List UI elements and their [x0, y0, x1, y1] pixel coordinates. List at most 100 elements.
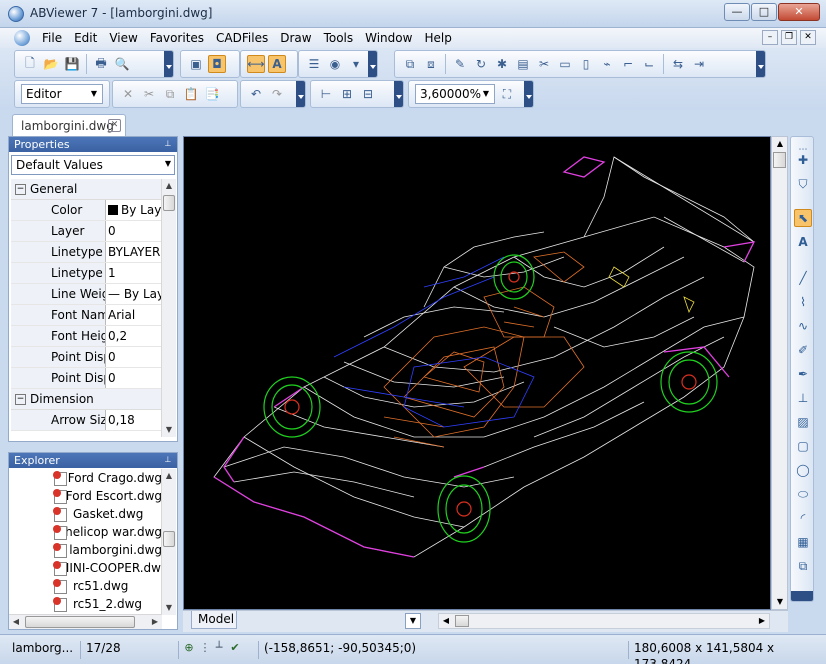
image-icon[interactable]: ▦ — [794, 533, 812, 551]
close-button[interactable]: ✕ — [778, 3, 820, 21]
brush-icon[interactable]: ⌁ — [598, 55, 616, 73]
section-dimension[interactable]: − Dimension — [11, 389, 164, 410]
tab-model[interactable]: Model — [191, 611, 237, 629]
file-item[interactable]: rc51.dwg — [9, 577, 162, 595]
mdi-restore-button[interactable]: ❐ — [781, 30, 797, 45]
open-file-icon[interactable]: 📂 — [42, 55, 60, 73]
hatch-icon[interactable]: ▨ — [794, 413, 812, 431]
property-row[interactable]: Arrow Size 0,18 — [11, 410, 164, 431]
new-file-icon[interactable]: 🗋 — [21, 55, 39, 73]
explorer-scrollbar[interactable]: ▲ ▼ — [161, 469, 176, 615]
toolbar-options-icon[interactable] — [791, 591, 813, 601]
explorer-hscrollbar[interactable]: ◀ ▶ — [9, 614, 162, 629]
select-pointer-icon[interactable]: ⬉ — [794, 209, 812, 227]
menu-favorites[interactable]: Favorites — [144, 30, 210, 46]
menu-file[interactable]: File — [36, 30, 68, 46]
property-row[interactable]: Layer 0 — [11, 221, 164, 242]
chevron-down-icon[interactable]: ▾ — [347, 55, 365, 73]
property-value[interactable]: 0,2 — [106, 326, 164, 346]
circle-icon[interactable]: ◯ — [794, 461, 812, 479]
property-row[interactable]: Point Display 0 — [11, 368, 164, 389]
property-row[interactable]: Linetype scale 1 — [11, 263, 164, 284]
scroll-left-icon[interactable]: ◀ — [9, 615, 23, 629]
mdi-minimize-button[interactable]: – — [762, 30, 778, 45]
file-item[interactable]: Ford Escort.dwg — [9, 487, 162, 505]
distribute-icon[interactable]: ⇥ — [690, 55, 708, 73]
add-icon[interactable]: ✚ — [794, 151, 812, 169]
box-icon[interactable]: ▭ — [556, 55, 574, 73]
cut-icon[interactable]: ✂ — [140, 85, 158, 103]
paste-entity-icon[interactable]: ⧈ — [422, 55, 440, 73]
copy-icon[interactable]: ⧉ — [161, 85, 179, 103]
section-general[interactable]: − General — [11, 179, 164, 200]
drawing-canvas[interactable] — [183, 136, 771, 610]
property-value[interactable]: Arial — [106, 305, 164, 325]
scroll-left-icon[interactable]: ◀ — [439, 614, 453, 628]
snap-icon[interactable]: ⊕ — [182, 641, 196, 655]
minimize-button[interactable]: — — [724, 3, 750, 21]
block-icon[interactable]: ▤ — [514, 55, 532, 73]
close-icon[interactable]: ✕ — [108, 119, 121, 132]
scroll-thumb[interactable] — [25, 616, 135, 628]
property-row[interactable]: Point Display 0 — [11, 347, 164, 368]
document-icon[interactable] — [14, 30, 30, 46]
frame-icon[interactable]: ▯ — [577, 55, 595, 73]
canvas-vscrollbar[interactable]: ▲ ▼ — [771, 136, 788, 610]
arc-icon[interactable]: ◜ — [794, 509, 812, 527]
menu-view[interactable]: View — [103, 30, 143, 46]
scroll-thumb[interactable] — [773, 152, 786, 168]
file-item[interactable]: helicop war.dwg — [9, 523, 162, 541]
text-tool-icon[interactable]: A — [794, 233, 812, 251]
rectangle-icon[interactable]: ▢ — [794, 437, 812, 455]
mode-select[interactable]: Editor ▼ — [21, 84, 103, 104]
properties-scrollbar[interactable]: ▲ ▼ — [161, 179, 176, 437]
scroll-down-icon[interactable]: ▼ — [773, 595, 787, 609]
property-row[interactable]: Linetype BYLAYER — [11, 242, 164, 263]
menu-tools[interactable]: Tools — [318, 30, 360, 46]
file-item[interactable]: rc51_2.dwg — [9, 595, 162, 613]
scroll-down-icon[interactable]: ▼ — [162, 601, 176, 615]
properties-dropdown[interactable]: Default Values ▼ — [11, 155, 175, 175]
file-item[interactable]: Gasket.dwg — [9, 505, 162, 523]
layer-visibility-icon[interactable]: ◉ — [326, 55, 344, 73]
tab-lamborgini[interactable]: lamborgini.dwg ✕ — [12, 114, 126, 136]
text-icon[interactable]: A — [268, 55, 286, 73]
property-value[interactable]: By Layer — [106, 200, 164, 220]
zoom-select[interactable]: 3,60000% ▼ — [415, 84, 495, 104]
fit-to-window-icon[interactable]: ⛶ — [498, 85, 516, 103]
toolbar-options-icon[interactable] — [296, 81, 305, 107]
toolbar-options-icon[interactable] — [524, 81, 533, 107]
toolbar-options-icon[interactable] — [394, 81, 403, 107]
layout-icon[interactable]: ▣ — [187, 55, 205, 73]
sketch-icon[interactable]: ✐ — [794, 341, 812, 359]
pen-icon[interactable]: ✒ — [794, 365, 812, 383]
measure-area-icon[interactable]: ⊞ — [338, 85, 356, 103]
print-preview-icon[interactable]: 🔍 — [113, 55, 131, 73]
redo-icon[interactable]: ↷ — [268, 85, 286, 103]
menu-help[interactable]: Help — [418, 30, 457, 46]
grid-icon[interactable]: ⋮ — [198, 641, 212, 655]
spline-icon[interactable]: ∿ — [794, 317, 812, 335]
pin-icon[interactable]: ⊥ — [163, 139, 173, 149]
undo-icon[interactable]: ↶ — [247, 85, 265, 103]
dimension-icon[interactable]: ⟷ — [247, 55, 265, 73]
scissors-icon[interactable]: ✂ — [535, 55, 553, 73]
rotate-icon[interactable]: ↻ — [472, 55, 490, 73]
scroll-up-icon[interactable]: ▲ — [773, 137, 787, 151]
measure-distance-icon[interactable]: ⊢ — [317, 85, 335, 103]
property-value[interactable]: 0,18 — [106, 410, 164, 430]
print-icon[interactable]: 🖶 — [92, 55, 110, 73]
scroll-right-icon[interactable]: ▶ — [148, 615, 162, 629]
delete-icon[interactable]: ✕ — [119, 85, 137, 103]
ortho-icon[interactable]: ┴ — [212, 641, 226, 655]
pin-icon[interactable]: ⊥ — [163, 455, 173, 465]
align-icon[interactable]: ⇆ — [669, 55, 687, 73]
paste-special-icon[interactable]: 📑 — [203, 85, 221, 103]
measure-polyline-icon[interactable]: ⊟ — [359, 85, 377, 103]
property-value[interactable]: 0 — [106, 368, 164, 388]
polyline-icon[interactable]: ⌇ — [794, 293, 812, 311]
scroll-thumb[interactable] — [163, 195, 175, 211]
explode-icon[interactable]: ✱ — [493, 55, 511, 73]
property-row[interactable]: Color By Layer — [11, 200, 164, 221]
scroll-thumb[interactable] — [163, 531, 175, 547]
